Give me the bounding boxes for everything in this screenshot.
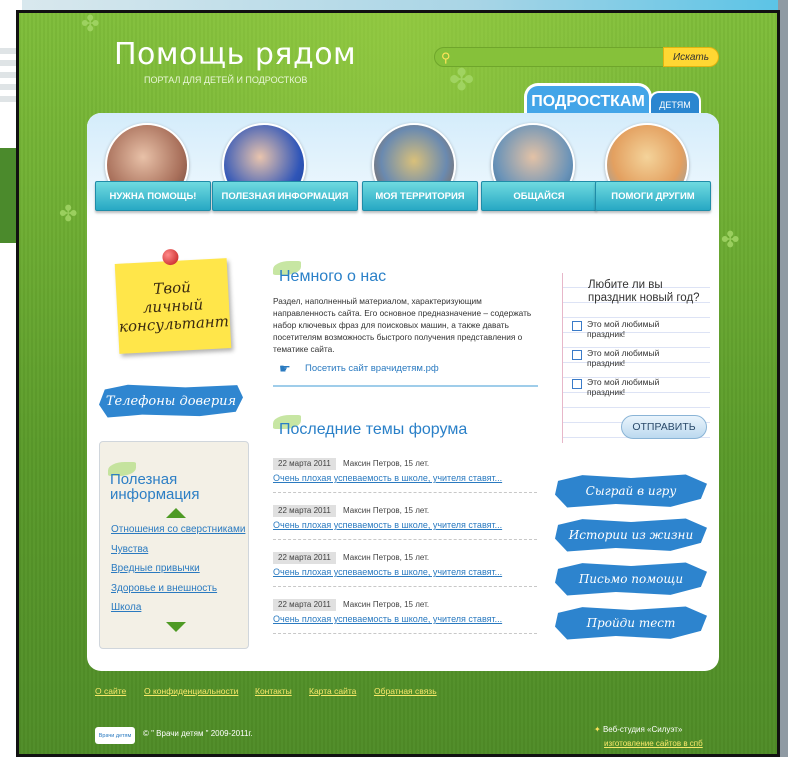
footer-link-privacy[interactable]: О конфиденциальности: [144, 686, 238, 696]
poll-question: Любите ли вы праздник новый год?: [588, 279, 700, 304]
sticky-line: консультант: [118, 312, 230, 336]
footer-link-about[interactable]: О сайте: [95, 686, 126, 696]
scroll-down-arrow-icon[interactable]: [166, 622, 186, 632]
studio-link[interactable]: изготовление сайтов в спб: [604, 739, 703, 748]
forum-topic-link[interactable]: Очень плохая успеваемость в школе, учите…: [273, 567, 502, 577]
visit-site-link[interactable]: Посетить сайт врачидетям.рф: [305, 363, 439, 374]
clover-icon: ✤: [59, 201, 78, 226]
forum-topic-item: 22 марта 2011 Максин Петров, 15 лет. Оче…: [273, 458, 537, 498]
poll-option-label: Это мой любимый праздник!: [587, 319, 660, 339]
poll-submit-button[interactable]: ОТПРАВИТЬ: [621, 415, 707, 439]
main-content: НУЖНА ПОМОЩЬ! ПОЛЕЗНАЯ ИНФОРМАЦИЯ МОЯ ТЕ…: [87, 113, 719, 671]
clover-icon: ✤: [449, 64, 475, 97]
pointing-hand-icon: ☛: [279, 361, 291, 376]
forum-topic-item: 22 марта 2011 Максин Петров, 15 лет. Оче…: [273, 599, 537, 639]
poll-checkbox[interactable]: [572, 350, 582, 360]
category-useful-info-button[interactable]: ПОЛЕЗНАЯ ИНФОРМАЦИЯ: [212, 181, 358, 211]
category-help-others: ПОМОГИ ДРУГИМ: [595, 123, 711, 219]
divider: [273, 492, 537, 493]
useful-info-panel: Полезная информация Отношения со сверстн…: [99, 441, 249, 649]
about-title: Немного о нас: [279, 268, 387, 285]
category-banner: НУЖНА ПОМОЩЬ! ПОЛЕЗНАЯ ИНФОРМАЦИЯ МОЯ ТЕ…: [87, 113, 719, 219]
site-logo[interactable]: Помощь рядом: [114, 37, 356, 72]
forum-date: 22 марта 2011: [273, 599, 336, 611]
useful-info-title: Полезная информация: [110, 471, 200, 503]
poll-checkbox[interactable]: [572, 321, 582, 331]
search-input[interactable]: [459, 50, 649, 65]
forum-title: Последние темы форума: [279, 421, 468, 438]
clover-icon: ✤: [81, 11, 100, 36]
forum-author: Максин Петров, 15 лет.: [343, 553, 430, 562]
poll-option: Это мой любимый праздник!: [572, 348, 702, 370]
poll-option-label: Это мой любимый праздник!: [587, 348, 660, 368]
divider: [273, 633, 537, 634]
category-my-territory-button[interactable]: МОЯ ТЕРРИТОРИЯ: [362, 181, 478, 211]
category-useful-info: ПОЛЕЗНАЯ ИНФОРМАЦИЯ: [212, 123, 358, 219]
category-my-territory: МОЯ ТЕРРИТОРИЯ: [362, 123, 478, 219]
take-test-button[interactable]: Пройди тест: [555, 606, 707, 640]
divider: [273, 539, 537, 540]
category-need-help-button[interactable]: НУЖНА ПОМОЩЬ!: [95, 181, 211, 211]
useful-link[interactable]: Вредные привычки: [111, 563, 200, 574]
useful-link[interactable]: Чувства: [111, 544, 148, 555]
search-icon: ⚲: [441, 50, 451, 65]
scroll-up-arrow-icon[interactable]: [166, 508, 186, 518]
play-game-button[interactable]: Сыграй в игру: [555, 474, 707, 508]
poll-option: Это мой любимый праздник!: [572, 319, 702, 341]
divider: [273, 586, 537, 587]
forum-topic-item: 22 марта 2011 Максин Петров, 15 лет. Оче…: [273, 505, 537, 545]
studio-name: Веб-студия «Силуэт»: [602, 725, 683, 734]
search-bar: ⚲ Искать: [434, 47, 719, 67]
poll-option-label: Это мой любимый праздник!: [587, 377, 660, 397]
pin-icon: [162, 248, 179, 266]
divider: [273, 385, 538, 387]
forum-topic-link[interactable]: Очень плохая успеваемость в школе, учите…: [273, 473, 502, 483]
screen: ✤ ✤ ✤ ✤ ✤ Помощь рядом ПОРТАЛ ДЛЯ ДЕТЕЙ …: [0, 0, 788, 757]
useful-link[interactable]: Школа: [111, 602, 141, 613]
category-help-others-button[interactable]: ПОМОГИ ДРУГИМ: [595, 181, 711, 211]
category-communicate-button[interactable]: ОБЩАЙСЯ: [481, 181, 597, 211]
studio-credit: ✦ Веб-студия «Силуэт»: [594, 725, 682, 734]
forum-topic-item: 22 марта 2011 Максин Петров, 15 лет. Оче…: [273, 552, 537, 592]
personal-consultant-note[interactable]: Твой личный консультант: [114, 248, 232, 354]
useful-link[interactable]: Здоровье и внешность: [111, 583, 217, 594]
poll-option: Это мой любимый праздник!: [572, 377, 702, 399]
about-text: Раздел, наполненный материалом, характер…: [273, 296, 532, 354]
site-tagline: ПОРТАЛ ДЛЯ ДЕТЕЙ И ПОДРОСТКОВ: [144, 75, 308, 85]
forum-date: 22 марта 2011: [273, 552, 336, 564]
forum-date: 22 марта 2011: [273, 505, 336, 517]
poll-checkbox[interactable]: [572, 379, 582, 389]
help-letter-button[interactable]: Письмо помощи: [555, 562, 707, 596]
footer-link-sitemap[interactable]: Карта сайта: [309, 686, 356, 696]
sticky-line: Твой: [152, 278, 192, 298]
hotline-button[interactable]: Телефоны доверия: [99, 384, 243, 418]
copyright: © " Врачи детям " 2009-2011г.: [143, 729, 253, 738]
category-communicate: ОБЩАЙСЯ: [481, 123, 597, 219]
footer-logo[interactable]: Врачи детям: [95, 727, 135, 744]
forum-topic-link[interactable]: Очень плохая успеваемость в школе, учите…: [273, 614, 502, 624]
search-button[interactable]: Искать: [663, 47, 719, 67]
category-need-help: НУЖНА ПОМОЩЬ!: [95, 123, 211, 219]
website-page: ✤ ✤ ✤ ✤ ✤ Помощь рядом ПОРТАЛ ДЛЯ ДЕТЕЙ …: [16, 10, 780, 757]
tab-teens[interactable]: ПОДРОСТКАМ: [524, 83, 652, 117]
forum-topic-link[interactable]: Очень плохая успеваемость в школе, учите…: [273, 520, 502, 530]
forum-author: Максин Петров, 15 лет.: [343, 600, 430, 609]
useful-link[interactable]: Отношения со сверстниками: [111, 524, 245, 535]
poll-widget: Любите ли вы праздник новый год? Это мой…: [562, 273, 710, 443]
footer-link-contacts[interactable]: Контакты: [255, 686, 292, 696]
studio-leaf-icon: ✦: [594, 725, 601, 734]
clover-icon: ✤: [721, 227, 740, 252]
footer-link-feedback[interactable]: Обратная связь: [374, 686, 437, 696]
forum-date: 22 марта 2011: [273, 458, 336, 470]
forum-author: Максин Петров, 15 лет.: [343, 506, 430, 515]
forum-author: Максин Петров, 15 лет.: [343, 459, 430, 468]
life-stories-button[interactable]: Истории из жизни: [555, 518, 707, 552]
